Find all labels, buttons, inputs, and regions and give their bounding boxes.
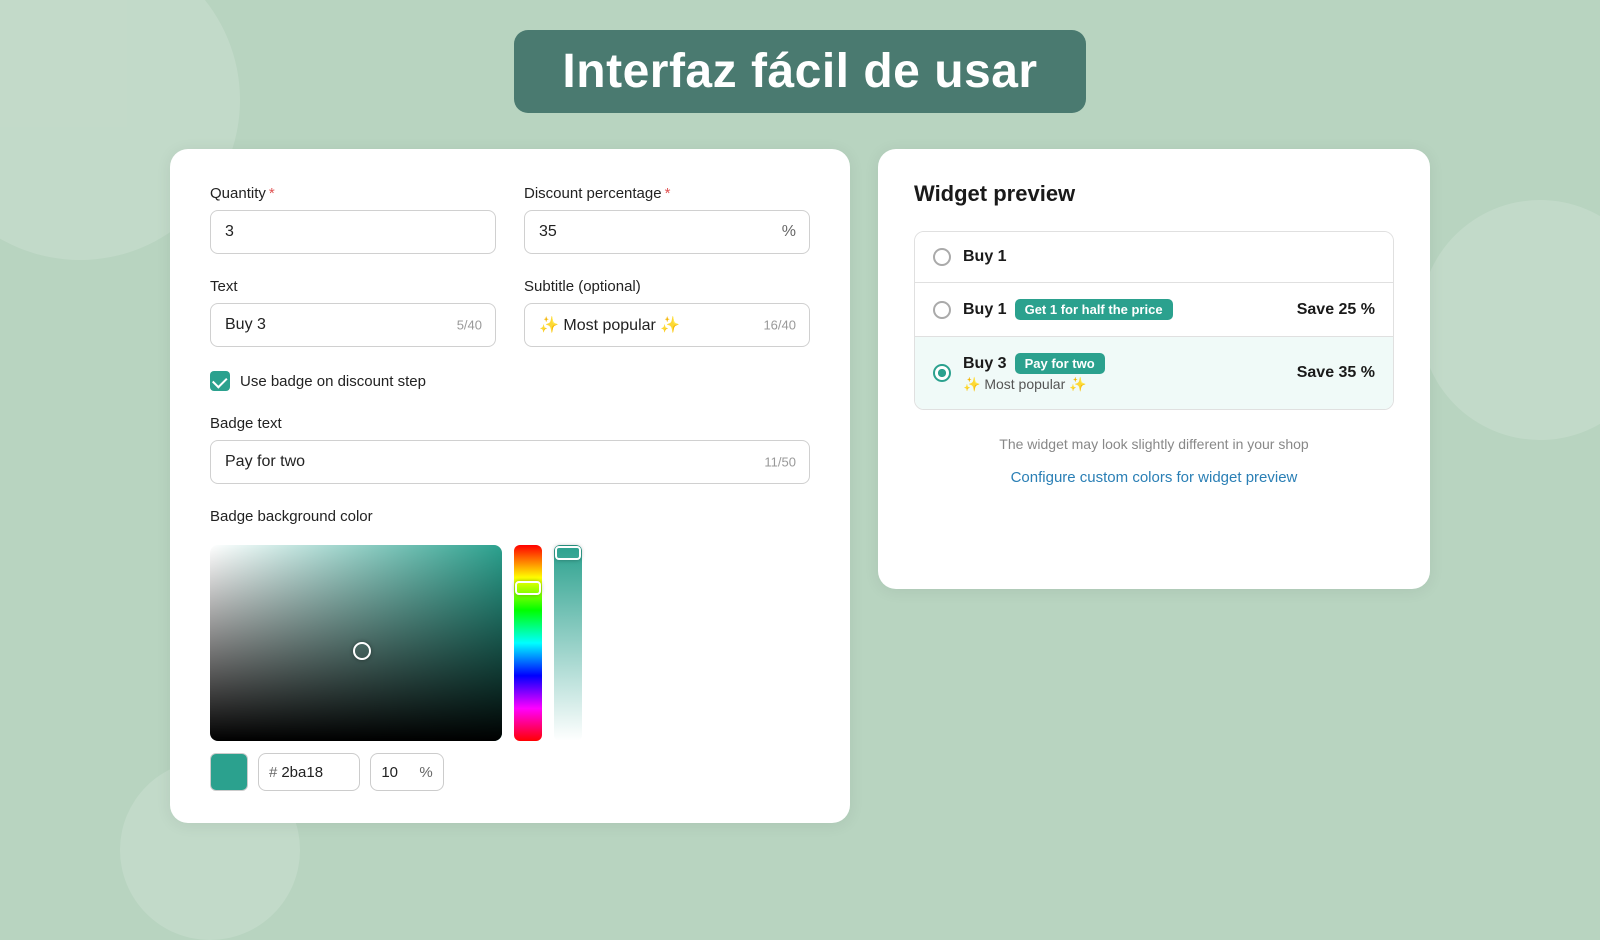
hex-input[interactable]	[281, 764, 349, 781]
color-picker-area	[210, 545, 810, 741]
alpha-slider[interactable]	[554, 545, 582, 741]
content-area: Quantity* Discount percentage* %	[170, 149, 1430, 823]
badge-text-section: Badge text 11/50	[210, 415, 810, 484]
subtitle-group: Subtitle (optional) 16/40	[524, 278, 810, 347]
alpha-input[interactable]	[381, 764, 413, 781]
radio-btn-2[interactable]	[933, 301, 951, 319]
text-input[interactable]	[210, 303, 496, 347]
widget-item-3[interactable]: Buy 3 Pay for two ✨ Most popular ✨ Save …	[915, 337, 1393, 409]
hex-input-wrapper: #	[258, 753, 360, 791]
widget-item-2-main: Buy 1 Get 1 for half the price	[963, 299, 1285, 320]
quantity-group: Quantity*	[210, 185, 496, 254]
widget-item-3-subtitle: ✨ Most popular ✨	[963, 376, 1285, 393]
widget-item-1-text: Buy 1	[963, 248, 1007, 266]
checkbox-row[interactable]: Use badge on discount step	[210, 371, 810, 391]
widget-items-list: Buy 1 Buy 1 Get 1 for half the price Sav…	[914, 231, 1394, 410]
color-inputs-row: # %	[210, 753, 810, 791]
checkbox-label: Use badge on discount step	[240, 373, 426, 390]
discount-input-wrapper: %	[524, 210, 810, 254]
radio-btn-3[interactable]	[933, 364, 951, 382]
alpha-cursor	[555, 546, 581, 560]
hue-cursor	[515, 581, 541, 595]
widget-item-2-badge: Get 1 for half the price	[1015, 299, 1173, 320]
widget-item-3-content: Buy 3 Pay for two ✨ Most popular ✨	[963, 353, 1285, 393]
widget-item-2-content: Buy 1 Get 1 for half the price	[963, 299, 1285, 320]
widget-title: Widget preview	[914, 181, 1394, 207]
hue-slider[interactable]	[514, 545, 542, 741]
form-row-1: Quantity* Discount percentage* %	[210, 185, 810, 254]
widget-item-1-main: Buy 1	[963, 248, 1375, 266]
quantity-required: *	[269, 185, 275, 202]
discount-suffix: %	[782, 223, 796, 241]
badge-text-counter: 11/50	[764, 455, 796, 470]
page-title: Interfaz fácil de usar	[562, 44, 1037, 99]
text-group: Text 5/40	[210, 278, 496, 347]
quantity-label: Quantity*	[210, 185, 496, 202]
widget-item-1[interactable]: Buy 1	[915, 232, 1393, 283]
text-label: Text	[210, 278, 496, 295]
right-panel: Widget preview Buy 1	[878, 149, 1430, 589]
saturation-picker[interactable]	[210, 545, 502, 741]
quantity-input[interactable]	[210, 210, 496, 254]
widget-item-3-badge: Pay for two	[1015, 353, 1105, 374]
text-input-wrapper: 5/40	[210, 303, 496, 347]
badge-checkbox[interactable]	[210, 371, 230, 391]
left-panel: Quantity* Discount percentage* %	[170, 149, 850, 823]
widget-item-2-save: Save 25 %	[1297, 301, 1375, 319]
color-swatch	[210, 753, 248, 791]
badge-text-input-wrapper: 11/50	[210, 440, 810, 484]
form-row-2: Text 5/40 Subtitle (optional) 16/40	[210, 278, 810, 347]
widget-item-3-main: Buy 3 Pay for two	[963, 353, 1285, 374]
alpha-input-wrapper: %	[370, 753, 443, 791]
discount-required: *	[665, 185, 671, 202]
hex-hash: #	[269, 764, 277, 781]
badge-color-label: Badge background color	[210, 508, 810, 525]
discount-group: Discount percentage* %	[524, 185, 810, 254]
subtitle-counter: 16/40	[763, 318, 796, 333]
alpha-percent: %	[419, 764, 432, 781]
text-counter: 5/40	[457, 318, 482, 333]
configure-link[interactable]: Configure custom colors for widget previ…	[914, 469, 1394, 486]
radio-btn-1[interactable]	[933, 248, 951, 266]
subtitle-input-wrapper: 16/40	[524, 303, 810, 347]
widget-item-3-save: Save 35 %	[1297, 364, 1375, 382]
widget-item-2-text: Buy 1	[963, 301, 1007, 319]
title-banner: Interfaz fácil de usar	[514, 30, 1085, 113]
widget-item-1-content: Buy 1	[963, 248, 1375, 266]
widget-item-2[interactable]: Buy 1 Get 1 for half the price Save 25 %	[915, 283, 1393, 337]
badge-text-label: Badge text	[210, 415, 810, 432]
widget-note: The widget may look slightly different i…	[914, 434, 1394, 455]
widget-item-3-text: Buy 3	[963, 355, 1007, 373]
discount-label: Discount percentage*	[524, 185, 810, 202]
discount-input[interactable]	[524, 210, 810, 254]
color-picker-section: Badge background color	[210, 508, 810, 791]
badge-text-input[interactable]	[210, 440, 810, 484]
subtitle-label: Subtitle (optional)	[524, 278, 810, 295]
